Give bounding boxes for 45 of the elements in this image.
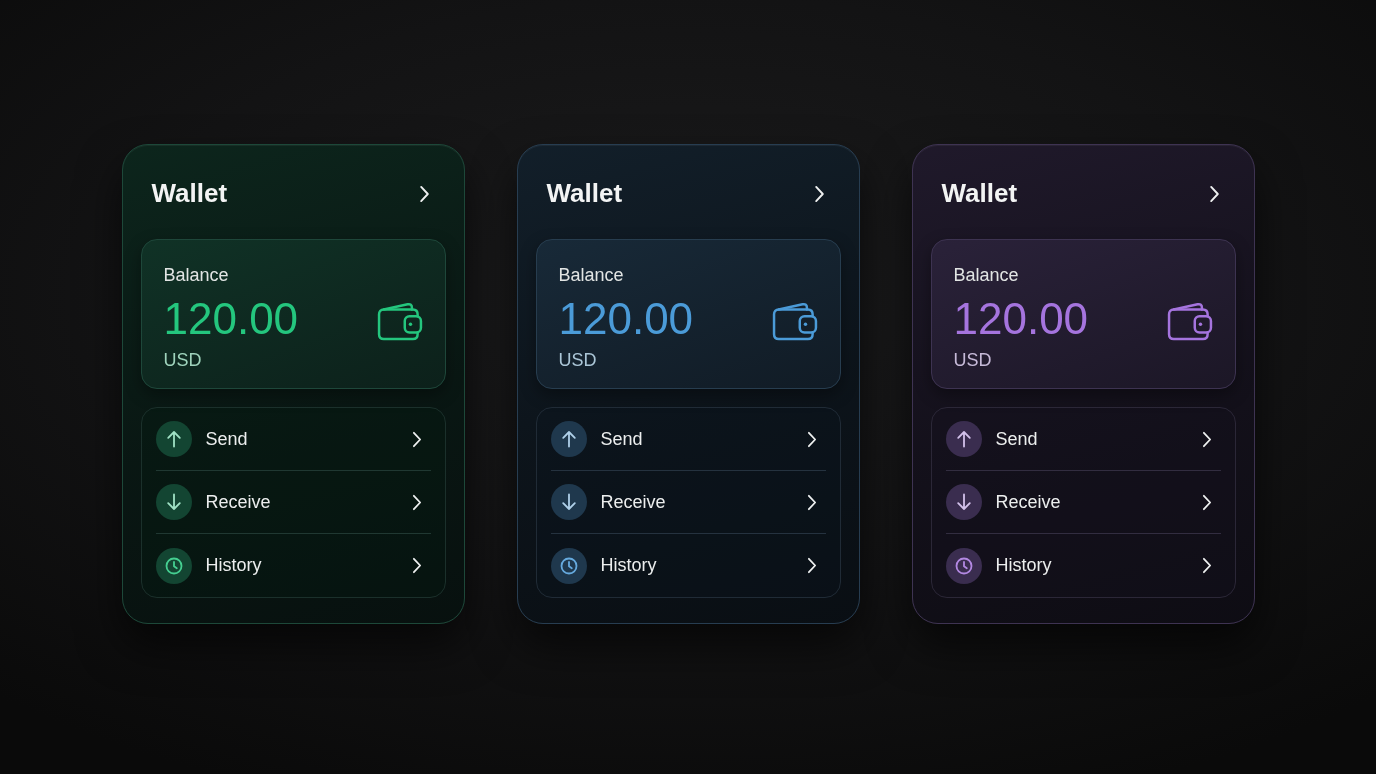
wallet-icon <box>376 300 423 341</box>
chevron-right-icon <box>1201 493 1212 511</box>
action-item[interactable]: Receive <box>550 471 826 534</box>
chevron-right-icon <box>806 557 817 574</box>
balance-amount: 120.00 <box>163 294 299 344</box>
clock-icon <box>945 547 982 584</box>
card-title: Wallet <box>941 178 1018 210</box>
wallet-icon <box>771 300 818 341</box>
clock-icon <box>155 547 192 584</box>
chevron-right-icon[interactable] <box>418 185 430 203</box>
card-title: Wallet <box>151 178 228 210</box>
balance-label: Balance <box>558 264 625 286</box>
action-item[interactable]: Receive <box>945 471 1221 534</box>
chevron-right-icon <box>411 493 422 511</box>
balance-amount: 120.00 <box>558 294 694 344</box>
card-title: Wallet <box>546 178 623 210</box>
chevron-right-icon <box>806 493 817 511</box>
arrow-up-icon <box>155 421 192 457</box>
chevron-right-icon[interactable] <box>1208 185 1220 203</box>
arrow-down-icon <box>155 484 192 520</box>
action-item[interactable]: History <box>550 534 826 597</box>
arrow-down-icon <box>550 484 587 520</box>
currency-label: USD <box>558 349 598 371</box>
clock-icon <box>550 547 587 584</box>
balance-label: Balance <box>163 264 230 286</box>
arrow-down-icon <box>945 484 982 520</box>
action-item[interactable]: Receive <box>155 471 431 534</box>
balance-amount: 120.00 <box>953 294 1089 344</box>
arrow-up-icon <box>550 421 587 457</box>
chevron-right-icon <box>806 430 817 448</box>
chevron-right-icon[interactable] <box>813 185 825 203</box>
balance-label: Balance <box>953 264 1020 286</box>
wallet-icon <box>1166 300 1213 341</box>
action-item[interactable]: Send <box>945 408 1221 471</box>
chevron-right-icon <box>1201 430 1212 448</box>
action-item[interactable]: Send <box>155 408 431 471</box>
action-item[interactable]: History <box>155 534 431 597</box>
chevron-right-icon <box>411 557 422 574</box>
currency-label: USD <box>163 349 203 371</box>
currency-label: USD <box>953 349 993 371</box>
chevron-right-icon <box>1201 557 1212 574</box>
action-item[interactable]: History <box>945 534 1221 597</box>
chevron-right-icon <box>411 430 422 448</box>
arrow-up-icon <box>945 421 982 457</box>
action-item[interactable]: Send <box>550 408 826 471</box>
